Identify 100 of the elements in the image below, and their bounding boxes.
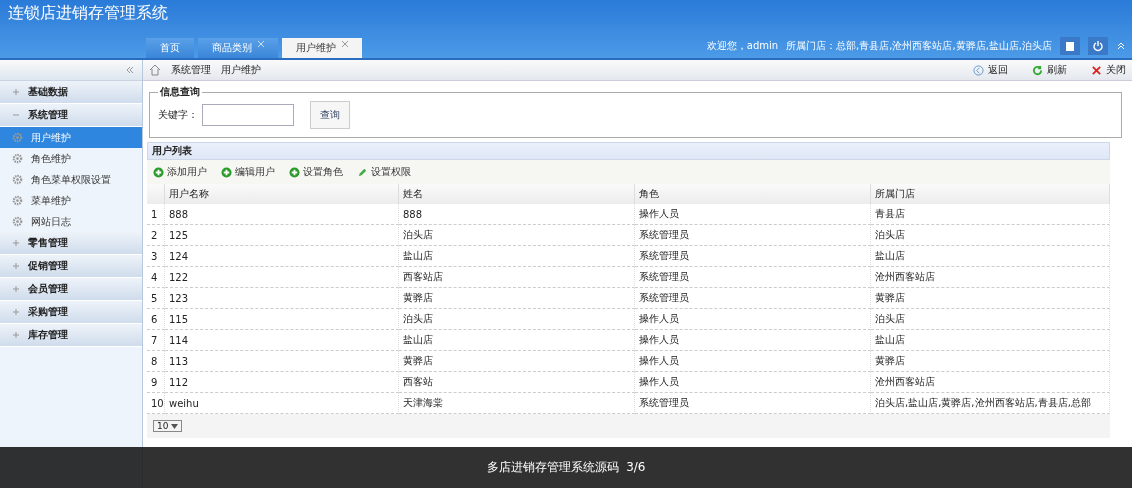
- row-number: 9: [147, 372, 165, 393]
- table-cell: 盐山店: [871, 330, 1110, 351]
- menu-item[interactable]: 用户维护: [0, 127, 142, 148]
- breadcrumb-item[interactable]: 用户维护: [221, 63, 261, 77]
- table-cell: 113: [165, 351, 399, 372]
- plus-icon: [12, 285, 20, 293]
- table-cell: 操作人员: [635, 351, 871, 372]
- toolbar-button[interactable]: 添加用户: [153, 165, 207, 179]
- table-cell: 系统管理员: [635, 267, 871, 288]
- home-icon[interactable]: [149, 64, 161, 76]
- table-cell: 黄骅店: [399, 288, 635, 309]
- gear-icon: [12, 174, 23, 185]
- menu-group[interactable]: 采购管理: [0, 301, 142, 324]
- menu-group[interactable]: 基础数据: [0, 81, 142, 104]
- table-cell: 系统管理员: [635, 246, 871, 267]
- table-cell: 123: [165, 288, 399, 309]
- plus-icon: [12, 239, 20, 247]
- table-cell: 泊头店: [871, 225, 1110, 246]
- row-number: 1: [147, 204, 165, 225]
- table-cell: 124: [165, 246, 399, 267]
- gear-icon: [12, 132, 23, 143]
- close-icon: [1091, 64, 1102, 76]
- add-icon: [289, 166, 300, 178]
- table-cell: 盐山店: [399, 246, 635, 267]
- column-header[interactable]: 用户名称: [165, 184, 399, 204]
- table-cell: 泊头店: [399, 309, 635, 330]
- menu-group[interactable]: 促销管理: [0, 255, 142, 278]
- refresh-icon: [1032, 64, 1043, 76]
- panel-title: 信息查询: [159, 85, 201, 99]
- tab[interactable]: 用户维护: [282, 38, 362, 58]
- table-cell: 888: [165, 204, 399, 225]
- row-number: 4: [147, 267, 165, 288]
- table-cell: 沧州西客站店: [871, 372, 1110, 393]
- table-cell: 青县店: [871, 204, 1110, 225]
- menu-group[interactable]: 系统管理: [0, 104, 142, 127]
- gear-icon: [12, 195, 23, 206]
- back-icon: [973, 64, 984, 76]
- menu-item[interactable]: 角色维护: [0, 148, 142, 169]
- power-icon[interactable]: [1088, 37, 1108, 55]
- table-cell: 操作人员: [635, 309, 871, 330]
- column-header[interactable]: 角色: [635, 184, 871, 204]
- collapse-icon[interactable]: [1116, 41, 1126, 51]
- collapse-icon[interactable]: [124, 64, 136, 76]
- menu-group[interactable]: 库存管理: [0, 324, 142, 347]
- toolbar-button[interactable]: 设置角色: [289, 165, 343, 179]
- add-icon: [153, 166, 164, 178]
- header-corner: [147, 184, 165, 204]
- table-cell: 西客站店: [399, 267, 635, 288]
- row-number: 8: [147, 351, 165, 372]
- table-cell: 西客站: [399, 372, 635, 393]
- welcome-text: 欢迎您，admin: [706, 39, 779, 53]
- table-cell: 盐山店: [871, 246, 1110, 267]
- field-label: 关键字：: [158, 108, 198, 122]
- store-list: 所属门店：总部,青县店,沧州西客站店,黄骅店,盐山店,泊头店: [786, 39, 1052, 53]
- row-number: 2: [147, 225, 165, 246]
- app-title: 连锁店进销存管理系统: [7, 2, 169, 24]
- table-cell: 操作人员: [635, 330, 871, 351]
- table-cell: 114: [165, 330, 399, 351]
- keyword-field[interactable]: [202, 104, 294, 126]
- table-cell: 盐山店: [399, 330, 635, 351]
- table-cell: 系统管理员: [635, 288, 871, 309]
- table-cell: 泊头店: [871, 309, 1110, 330]
- row-number: 3: [147, 246, 165, 267]
- toolbar-button[interactable]: 编辑用户: [221, 165, 275, 179]
- column-header[interactable]: 所属门店: [871, 184, 1110, 204]
- menu-group[interactable]: 会员管理: [0, 278, 142, 301]
- action-link[interactable]: 刷新: [1032, 63, 1067, 77]
- search-button[interactable]: 查询: [310, 101, 350, 129]
- plus-icon: [12, 88, 20, 96]
- table-cell: 系统管理员: [635, 225, 871, 246]
- table-cell: 操作人员: [635, 204, 871, 225]
- row-number: 6: [147, 309, 165, 330]
- close-icon[interactable]: [342, 41, 348, 47]
- action-link[interactable]: 关闭: [1091, 63, 1126, 77]
- page-size-select[interactable]: 10: [153, 420, 183, 432]
- plus-icon: [12, 308, 20, 316]
- table-cell: 沧州西客站店: [871, 267, 1110, 288]
- gear-icon: [12, 216, 23, 227]
- action-link[interactable]: 返回: [973, 63, 1008, 77]
- menu-item[interactable]: 角色菜单权限设置: [0, 169, 142, 190]
- row-number: 7: [147, 330, 165, 351]
- column-header[interactable]: 姓名: [399, 184, 635, 204]
- menu-item[interactable]: 网站日志: [0, 211, 142, 232]
- pencil-icon: [357, 166, 368, 178]
- plus-icon: [12, 262, 20, 270]
- table-cell: 黄骅店: [399, 351, 635, 372]
- table-cell: 泊头店: [399, 225, 635, 246]
- toolbar-button[interactable]: 设置权限: [357, 165, 411, 179]
- table-cell: 112: [165, 372, 399, 393]
- list-title: 用户列表: [147, 142, 1110, 160]
- table-cell: 125: [165, 225, 399, 246]
- gear-icon: [12, 153, 23, 164]
- caption-text: 多店进销存管理系统源码 3/6: [486, 459, 646, 476]
- table-cell: 122: [165, 267, 399, 288]
- breadcrumb-item[interactable]: 系统管理: [171, 63, 211, 77]
- minus-icon: [12, 111, 20, 119]
- table-cell: 888: [399, 204, 635, 225]
- menu-item[interactable]: 菜单维护: [0, 190, 142, 211]
- menu-group[interactable]: 零售管理: [0, 232, 142, 255]
- plus-icon: [12, 331, 20, 339]
